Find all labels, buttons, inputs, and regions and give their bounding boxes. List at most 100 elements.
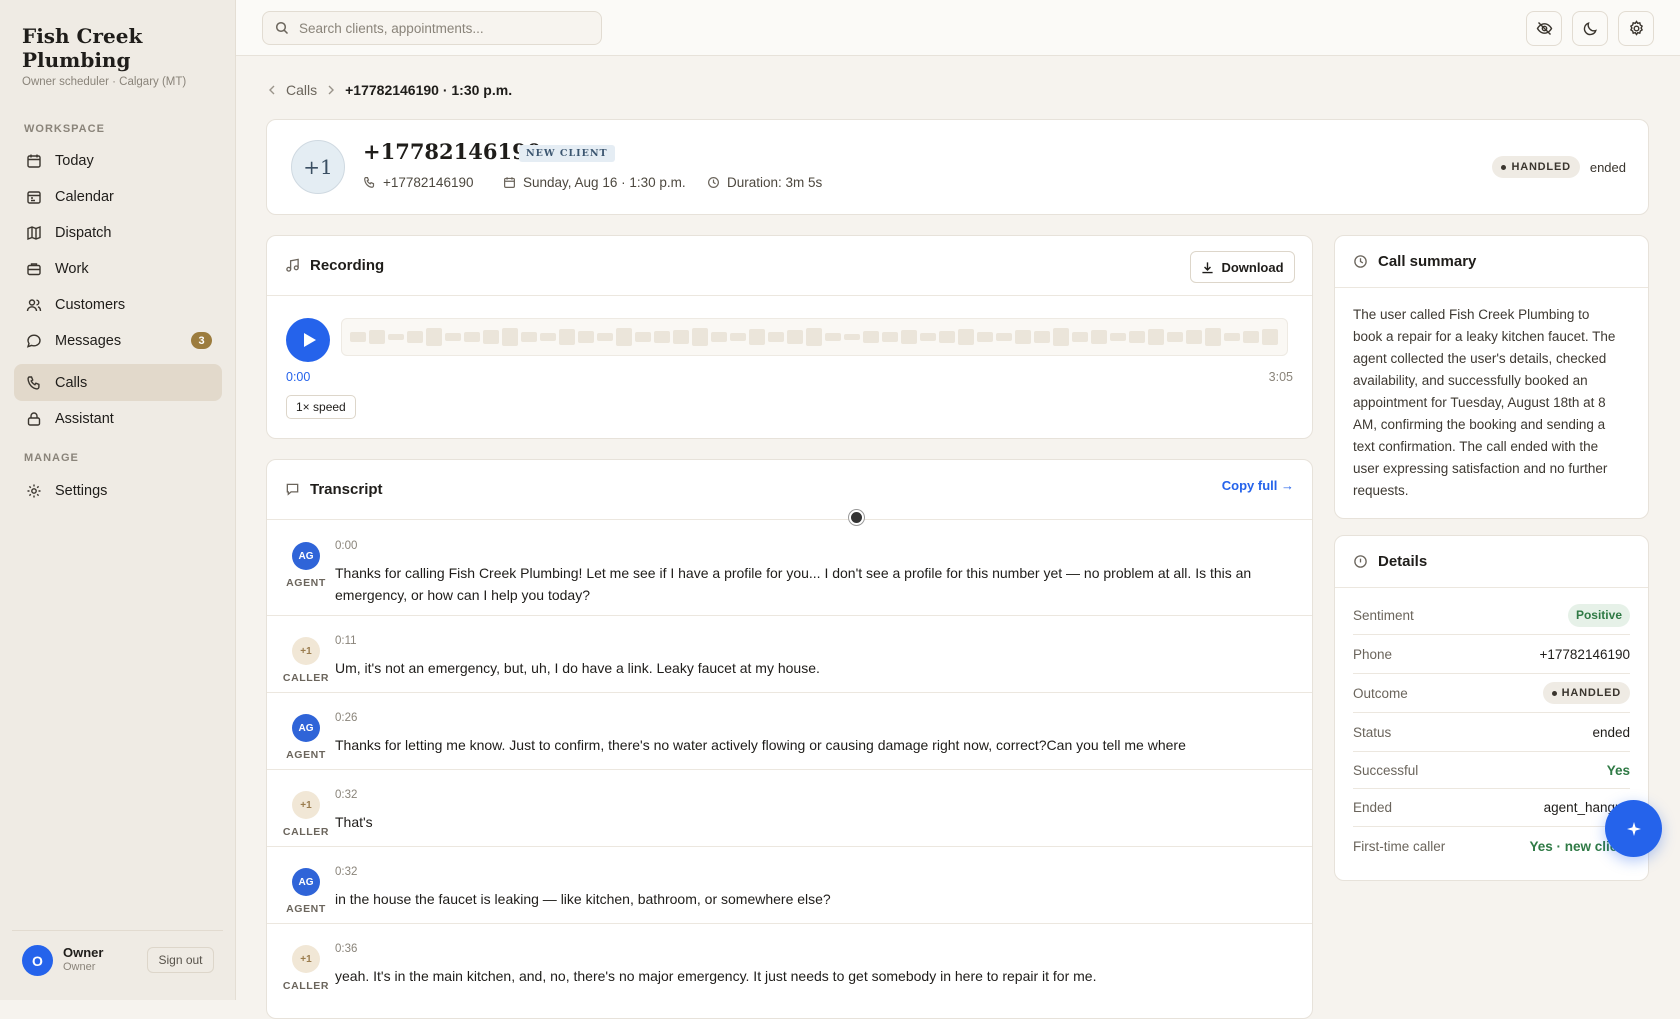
detail-value: +17782146190 bbox=[1539, 646, 1630, 662]
summary-title: Call summary bbox=[1378, 253, 1477, 270]
download-button[interactable]: Download bbox=[1190, 251, 1295, 283]
waveform-bar bbox=[559, 329, 575, 345]
turn-timestamp[interactable]: 0:32 bbox=[335, 866, 357, 878]
search-box[interactable] bbox=[262, 11, 602, 45]
sidebar-divider bbox=[12, 930, 223, 931]
detail-label: Successful bbox=[1353, 762, 1419, 778]
speaker-role: AGENT bbox=[286, 577, 326, 589]
settings-button[interactable] bbox=[1618, 11, 1654, 46]
turn-timestamp[interactable]: 0:32 bbox=[335, 789, 357, 801]
recording-card: Recording Download 0:00 3:05 1× speed bbox=[266, 235, 1313, 439]
details-title: Details bbox=[1378, 553, 1428, 570]
status-dot bbox=[1551, 690, 1557, 696]
sidebar-item-label: Customers bbox=[55, 296, 126, 313]
waveform-bar bbox=[692, 328, 708, 346]
transcript-turn: +1 CALLER 0:11 Um, it's not an emergency… bbox=[267, 616, 1312, 693]
chevron-right-icon bbox=[327, 82, 335, 98]
breadcrumb: Calls +17782146190 · 1:30 p.m. bbox=[268, 82, 512, 98]
transcript-turn: AG AGENT 0:32 in the house the faucet is… bbox=[267, 847, 1312, 924]
call-summary-card: Call summary The user called Fish Creek … bbox=[1334, 235, 1649, 519]
recording-header: Recording bbox=[267, 236, 1312, 296]
details-header: Details bbox=[1335, 536, 1648, 588]
sidebar-item-settings[interactable]: Settings bbox=[14, 472, 222, 509]
transcript-turn: +1 CALLER 0:36 yeah. It's in the main ki… bbox=[267, 924, 1312, 1004]
unread-badge: 3 bbox=[191, 332, 212, 349]
details-card: Details Sentiment Positive Phone +177821… bbox=[1334, 535, 1649, 881]
sidebar-item-work[interactable]: Work bbox=[14, 250, 222, 287]
caller-avatar: +1 bbox=[291, 140, 345, 194]
waveform-bar bbox=[1167, 332, 1183, 342]
transcript-header: Transcript bbox=[267, 460, 1312, 520]
waveform-bar bbox=[1129, 331, 1145, 343]
brand: Fish Creek Plumbing Owner scheduler · Ca… bbox=[22, 24, 222, 88]
sidebar-item-label: Work bbox=[55, 260, 89, 277]
turn-timestamp[interactable]: 0:00 bbox=[335, 540, 357, 552]
detail-row-sentiment: Sentiment Positive bbox=[1353, 596, 1630, 635]
sidebar-item-dispatch[interactable]: Dispatch bbox=[14, 214, 222, 251]
waveform-bar bbox=[939, 331, 955, 343]
hide-sensitive-button[interactable] bbox=[1526, 11, 1562, 46]
sidebar: Fish Creek Plumbing Owner scheduler · Ca… bbox=[0, 0, 236, 1000]
waveform-bar bbox=[787, 330, 803, 344]
detail-row-ended: Ended agent_hangup bbox=[1353, 789, 1630, 827]
waveform-bar bbox=[749, 329, 765, 345]
sidebar-item-calls[interactable]: Calls bbox=[14, 364, 222, 401]
mouse-cursor bbox=[849, 510, 864, 525]
dark-mode-button[interactable] bbox=[1572, 11, 1608, 46]
waveform-bar bbox=[407, 331, 423, 343]
turn-text: Thanks for calling Fish Creek Plumbing! … bbox=[335, 565, 1252, 603]
waveform-bar bbox=[1262, 329, 1278, 345]
speaker-role: CALLER bbox=[282, 826, 330, 838]
waveform-bar bbox=[1110, 333, 1126, 341]
waveform-bar bbox=[844, 334, 860, 340]
transcript-title: Transcript bbox=[310, 481, 383, 498]
playback-speed-button[interactable]: 1× speed bbox=[286, 395, 356, 419]
turn-text: in the house the faucet is leaking — lik… bbox=[335, 891, 831, 907]
speaker-role: AGENT bbox=[286, 749, 326, 761]
detail-row-status: Status ended bbox=[1353, 713, 1630, 752]
copy-transcript-link[interactable]: Copy full → bbox=[1222, 478, 1294, 493]
detail-label: Ended bbox=[1353, 800, 1393, 815]
call-phone: +17782146190 bbox=[363, 175, 473, 190]
sidebar-item-label: Today bbox=[55, 152, 94, 169]
chevron-left-icon[interactable] bbox=[268, 85, 276, 95]
call-phone-text: +17782146190 bbox=[383, 175, 474, 190]
download-label: Download bbox=[1221, 259, 1284, 275]
search-input[interactable] bbox=[299, 20, 579, 36]
assistant-fab-button[interactable] bbox=[1605, 800, 1662, 857]
call-date-text: Sunday, Aug 16 · 1:30 p.m. bbox=[523, 175, 686, 190]
calendar-icon bbox=[503, 176, 516, 189]
detail-row-successful: Successful Yes bbox=[1353, 752, 1630, 789]
detail-row-first-time: First-time caller Yes · new client bbox=[1353, 827, 1630, 865]
sidebar-item-calendar[interactable]: Calendar bbox=[14, 178, 222, 215]
waveform-bar bbox=[369, 330, 385, 344]
sidebar-item-assistant[interactable]: Assistant bbox=[14, 400, 222, 437]
detail-label: Status bbox=[1353, 724, 1392, 740]
waveform-scrubber[interactable] bbox=[341, 318, 1288, 356]
turn-timestamp[interactable]: 0:11 bbox=[335, 635, 357, 647]
waveform-bar bbox=[540, 333, 556, 341]
breadcrumb-calls-link[interactable]: Calls bbox=[286, 82, 317, 98]
waveform-bar bbox=[464, 332, 480, 342]
music-note-icon bbox=[285, 258, 300, 273]
turn-text: yeah. It's in the main kitchen, and, no,… bbox=[335, 968, 1097, 984]
sidebar-item-label: Assistant bbox=[55, 410, 114, 427]
users-icon bbox=[25, 296, 43, 314]
sidebar-item-customers[interactable]: Customers bbox=[14, 286, 222, 323]
turn-timestamp[interactable]: 0:26 bbox=[335, 712, 357, 724]
download-icon bbox=[1201, 261, 1214, 274]
brand-subtitle: Owner scheduler · Calgary (MT) bbox=[22, 76, 187, 88]
sidebar-item-today[interactable]: Today bbox=[14, 142, 222, 179]
waveform-bar bbox=[920, 333, 936, 341]
transcript-turn: AG AGENT 0:00 Thanks for calling Fish Cr… bbox=[267, 521, 1312, 616]
waveform-bar bbox=[958, 329, 974, 345]
transcript-turn: +1 CALLER 0:32 That's bbox=[267, 770, 1312, 847]
sidebar-item-label: Calls bbox=[55, 374, 88, 391]
turn-timestamp[interactable]: 0:36 bbox=[335, 943, 357, 955]
sidebar-item-messages[interactable]: Messages 3 bbox=[14, 322, 222, 359]
waveform-bar bbox=[711, 332, 727, 342]
outcome-text: HANDLED bbox=[1561, 687, 1621, 699]
play-button[interactable] bbox=[286, 318, 330, 362]
avatar[interactable]: O bbox=[22, 945, 53, 976]
sign-out-button[interactable]: Sign out bbox=[147, 947, 214, 973]
